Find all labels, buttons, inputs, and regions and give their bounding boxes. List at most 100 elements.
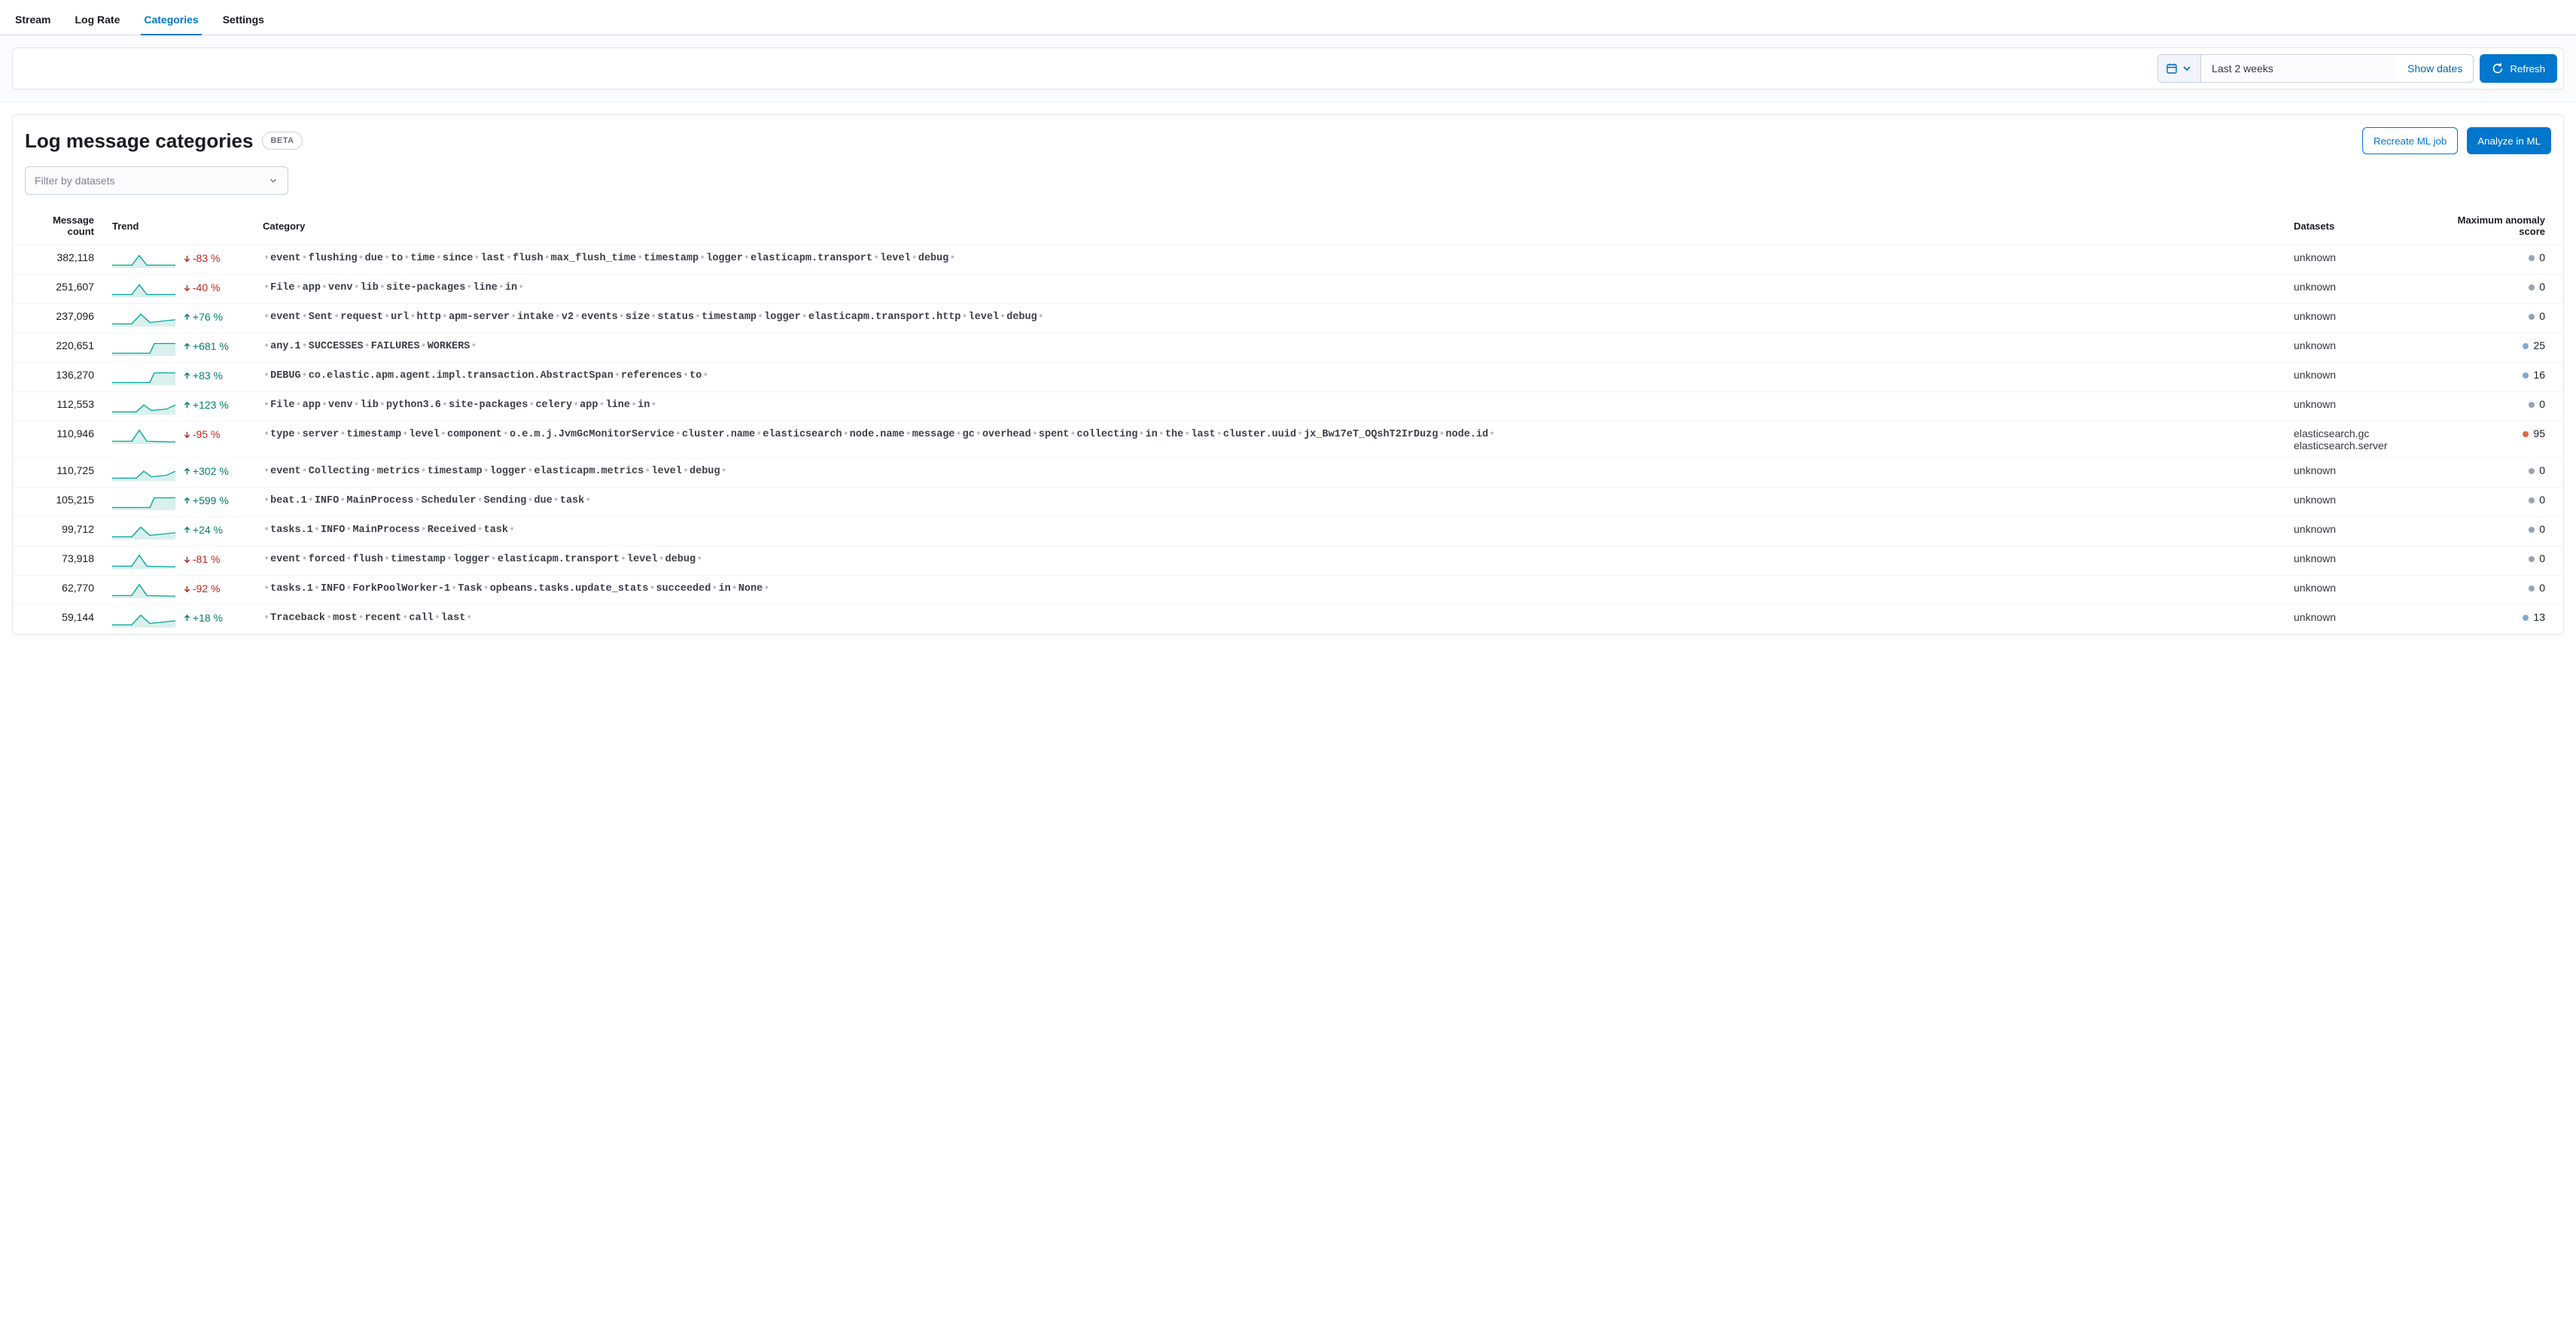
table-row[interactable]: 110,725 +302 % •event•Collecting•metrics… <box>13 458 2563 488</box>
filter-datasets-select[interactable]: Filter by datasets <box>25 166 288 195</box>
tab-settings[interactable]: Settings <box>220 6 267 35</box>
token-separator: • <box>1216 429 1223 440</box>
category-token: flush <box>513 253 544 264</box>
table-row[interactable]: 237,096 +76 % •event•Sent•request•url•ht… <box>13 304 2563 333</box>
table-row[interactable]: 99,712 +24 % •tasks.1•INFO•MainProcess•R… <box>13 517 2563 546</box>
token-separator: • <box>574 312 580 323</box>
category-token: component <box>447 429 502 440</box>
category-pattern: •beat.1•INFO•MainProcess•Scheduler•Sendi… <box>254 488 2285 517</box>
anomaly-score: 0 <box>2420 304 2563 333</box>
col-category[interactable]: Category <box>254 207 2285 245</box>
table-row[interactable]: 136,270 +83 % •DEBUG•co.elastic.apm.agen… <box>13 363 2563 392</box>
table-row[interactable]: 112,553 +123 % •File•app•venv•lib•python… <box>13 392 2563 421</box>
arrow-up-icon <box>183 614 191 622</box>
col-trend[interactable]: Trend <box>103 207 254 245</box>
token-separator: • <box>483 466 489 477</box>
category-token: event <box>270 312 301 323</box>
datasets-cell: unknown <box>2285 245 2420 275</box>
table-row[interactable]: 251,607 -40 % •File•app•venv•lib•site-pa… <box>13 275 2563 304</box>
col-datasets[interactable]: Datasets <box>2285 207 2420 245</box>
table-row[interactable]: 105,215 +599 % •beat.1•INFO•MainProcess•… <box>13 488 2563 517</box>
token-separator: • <box>302 253 308 264</box>
sparkline <box>112 582 175 598</box>
category-token: timestamp <box>346 429 401 440</box>
category-token: Sent <box>309 312 333 323</box>
trend-cell: +76 % <box>103 304 254 333</box>
trend-value: -40 % <box>183 281 221 293</box>
dataset-name: unknown <box>2294 310 2411 322</box>
table-row[interactable]: 73,918 -81 % •event•forced•flush•timesta… <box>13 546 2563 576</box>
token-separator: • <box>263 341 269 352</box>
dataset-name: unknown <box>2294 398 2411 410</box>
table-row[interactable]: 62,770 -92 % •tasks.1•INFO•ForkPoolWorke… <box>13 576 2563 605</box>
date-quick-select-button[interactable] <box>2158 55 2201 82</box>
token-separator: • <box>949 253 955 264</box>
tab-log-rate[interactable]: Log Rate <box>72 6 123 35</box>
category-token: INFO <box>321 583 345 594</box>
datasets-cell: unknown <box>2285 517 2420 546</box>
token-separator: • <box>263 282 269 293</box>
category-token: celery <box>535 400 572 411</box>
category-token: beat.1 <box>270 495 307 506</box>
tab-categories[interactable]: Categories <box>141 6 201 35</box>
category-token: in <box>505 282 517 293</box>
sparkline <box>112 398 175 415</box>
token-separator: • <box>843 429 849 440</box>
category-token: node.name <box>850 429 905 440</box>
dataset-name: unknown <box>2294 582 2411 594</box>
category-token: timestamp <box>702 312 757 323</box>
arrow-up-icon <box>183 497 191 505</box>
token-separator: • <box>544 253 550 264</box>
col-message-count[interactable]: Message count <box>13 207 103 245</box>
token-separator: • <box>364 341 370 352</box>
category-token: SUCCESSES <box>309 341 364 352</box>
trend-value: +83 % <box>183 369 223 382</box>
sparkline <box>112 251 175 268</box>
table-row[interactable]: 110,946 -95 % •type•server•timestamp•lev… <box>13 421 2563 458</box>
recreate-ml-job-button[interactable]: Recreate ML job <box>2362 127 2458 154</box>
category-token: level <box>651 466 682 477</box>
token-separator: • <box>644 466 650 477</box>
category-token: level <box>627 554 658 565</box>
dataset-name: unknown <box>2294 523 2411 535</box>
arrow-up-icon <box>183 401 191 409</box>
token-separator: • <box>302 312 308 323</box>
message-count: 220,651 <box>13 333 103 363</box>
category-pattern: •type•server•timestamp•level•component•o… <box>254 421 2285 458</box>
category-token: succeeded <box>656 583 711 594</box>
token-separator: • <box>721 466 727 477</box>
token-separator: • <box>384 554 390 565</box>
table-row[interactable]: 382,118 -83 % •event•flushing•due•to•tim… <box>13 245 2563 275</box>
category-token: events <box>581 312 618 323</box>
token-separator: • <box>976 429 982 440</box>
category-pattern: •event•Sent•request•url•http•apm-server•… <box>254 304 2285 333</box>
table-row[interactable]: 59,144 +18 % •Traceback•most•recent•call… <box>13 605 2563 634</box>
token-separator: • <box>1032 429 1038 440</box>
page-title: Log message categories <box>25 129 253 153</box>
severity-dot <box>2523 343 2529 349</box>
anomaly-score: 25 <box>2420 333 2563 363</box>
datasets-cell: unknown <box>2285 275 2420 304</box>
message-count: 237,096 <box>13 304 103 333</box>
category-token: call <box>409 613 433 624</box>
trend-cell: +24 % <box>103 517 254 546</box>
analyze-in-ml-button[interactable]: Analyze in ML <box>2467 127 2551 154</box>
tab-stream[interactable]: Stream <box>12 6 53 35</box>
token-separator: • <box>506 253 512 264</box>
datasets-cell: unknown <box>2285 605 2420 634</box>
arrow-down-icon <box>183 585 191 593</box>
trend-cell: +302 % <box>103 458 254 488</box>
token-separator: • <box>263 253 269 264</box>
category-token: level <box>409 429 440 440</box>
token-separator: • <box>421 525 427 536</box>
date-range-label[interactable]: Last 2 weeks <box>2201 55 2397 82</box>
severity-dot <box>2529 314 2535 320</box>
categories-panel: Log message categories BETA Recreate ML … <box>12 114 2564 635</box>
refresh-button[interactable]: Refresh <box>2480 54 2557 83</box>
table-row[interactable]: 220,651 +681 % •any.1•SUCCESSES•FAILURES… <box>13 333 2563 363</box>
token-separator: • <box>1297 429 1303 440</box>
category-token: to <box>391 253 403 264</box>
show-dates-link[interactable]: Show dates <box>2397 55 2473 82</box>
category-token: last <box>441 613 465 624</box>
col-anomaly-score[interactable]: Maximum anomaly score <box>2420 207 2563 245</box>
